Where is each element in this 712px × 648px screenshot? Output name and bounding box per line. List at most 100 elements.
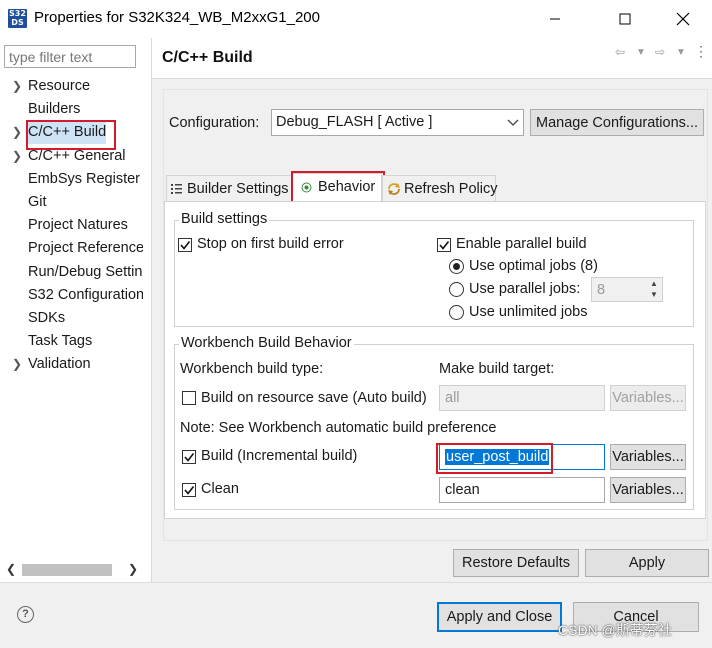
- back-menu-icon[interactable]: ▼: [636, 47, 646, 58]
- window-title: Properties for S32K324_WB_M2xxG1_200: [34, 9, 320, 26]
- horizontal-scrollbar[interactable]: ❮ ❯: [4, 561, 144, 580]
- clean-variables-button[interactable]: Variables...: [610, 477, 686, 503]
- make-target-header: Make build target:: [439, 361, 555, 377]
- optimal-jobs-radio[interactable]: [449, 259, 464, 274]
- minimize-button[interactable]: [532, 4, 578, 34]
- sidebar-item[interactable]: Run/Debug Settings: [12, 261, 143, 284]
- tab-label: Refresh Policy: [404, 181, 498, 197]
- close-button[interactable]: [660, 4, 706, 34]
- sidebar-item[interactable]: Project References: [12, 237, 143, 260]
- tab-refresh-policy[interactable]: Refresh Policy: [382, 175, 498, 201]
- clean-checkbox[interactable]: [182, 483, 196, 497]
- tab-behavior[interactable]: Behavior: [292, 173, 382, 202]
- auto-build-checkbox[interactable]: [182, 391, 196, 405]
- manage-configurations-button[interactable]: Manage Configurations...: [530, 109, 704, 136]
- clean-target-input[interactable]: clean: [439, 477, 605, 503]
- configuration-value: Debug_FLASH [ Active ]: [276, 114, 433, 130]
- workbench-behavior-title: Workbench Build Behavior: [179, 335, 354, 351]
- checkmark-icon: [180, 241, 191, 250]
- forward-icon[interactable]: ⇨: [655, 45, 665, 59]
- incremental-build-checkbox[interactable]: [182, 450, 196, 464]
- sidebar-item-label: S32 Configuration: [28, 287, 143, 303]
- chevron-down-icon: [507, 119, 519, 126]
- sidebar-item-label: Project References: [28, 240, 143, 256]
- spinner-up-icon[interactable]: ▲: [646, 278, 662, 289]
- incremental-build-label: Build (Incremental build): [201, 448, 358, 464]
- sidebar-item[interactable]: ❯ Resource: [12, 75, 143, 98]
- apply-button[interactable]: Apply: [585, 549, 709, 577]
- parallel-jobs-value: 8: [597, 282, 606, 298]
- back-icon[interactable]: ⇦: [615, 45, 625, 59]
- minimize-icon: [550, 18, 560, 20]
- parallel-jobs-radio[interactable]: [449, 282, 464, 297]
- maximize-icon: [619, 13, 631, 25]
- sidebar-item[interactable]: ❯ Validation: [12, 353, 143, 376]
- sidebar-item-label: Resource: [28, 78, 91, 94]
- spinner-down-icon[interactable]: ▼: [646, 289, 662, 300]
- radio-dot-icon: [301, 182, 312, 193]
- app-icon: S32 DS: [8, 9, 27, 28]
- restore-defaults-button[interactable]: Restore Defaults: [453, 549, 579, 577]
- sidebar-item-label: Run/Debug Settings: [28, 264, 143, 280]
- scroll-left-icon[interactable]: ❮: [6, 562, 16, 576]
- sidebar-item[interactable]: Git: [12, 191, 143, 214]
- incremental-variables-button[interactable]: Variables...: [610, 444, 686, 470]
- stop-on-error-checkbox[interactable]: [178, 238, 192, 252]
- auto-build-target-input[interactable]: all: [439, 385, 605, 411]
- sidebar-item[interactable]: Builders: [12, 98, 143, 121]
- chevron-right-icon[interactable]: ❯: [12, 145, 28, 168]
- enable-parallel-label: Enable parallel build: [456, 236, 587, 252]
- parallel-jobs-spinner[interactable]: 8 ▲ ▼: [591, 277, 663, 302]
- sidebar-item[interactable]: Task Tags: [12, 330, 143, 353]
- workbench-note: Note: See Workbench automatic build pref…: [180, 420, 497, 436]
- auto-build-label: Build on resource save (Auto build): [201, 390, 427, 406]
- sidebar-item[interactable]: SDKs: [12, 307, 143, 330]
- sidebar-item-label: C/C++ General: [28, 148, 126, 164]
- sidebar-item-label: Project Natures: [28, 217, 128, 233]
- configuration-select[interactable]: Debug_FLASH [ Active ]: [271, 109, 524, 136]
- sidebar-item[interactable]: EmbSys Register V: [12, 168, 143, 191]
- checkmark-icon: [184, 453, 195, 462]
- sidebar-item-label: C/C++ Build: [28, 121, 107, 144]
- sidebar-item-label: Git: [28, 194, 47, 210]
- close-icon: [676, 12, 690, 26]
- refresh-icon: [388, 183, 400, 195]
- unlimited-jobs-label: Use unlimited jobs: [469, 304, 588, 320]
- auto-build-variables-button[interactable]: Variables...: [610, 385, 686, 411]
- sidebar-item-label: Builders: [28, 101, 81, 117]
- sidebar-item-label: Task Tags: [28, 333, 93, 349]
- configuration-label: Configuration:: [169, 115, 260, 131]
- build-settings-title: Build settings: [179, 211, 270, 227]
- selected-text: user_post_build: [445, 449, 550, 465]
- forward-menu-icon[interactable]: ▼: [676, 47, 686, 58]
- sidebar-item[interactable]: Project Natures: [12, 214, 143, 237]
- chevron-right-icon[interactable]: ❯: [12, 353, 28, 376]
- more-menu-icon[interactable]: ⋮: [694, 43, 708, 60]
- scroll-right-icon[interactable]: ❯: [128, 562, 138, 576]
- page-title: C/C++ Build: [162, 49, 253, 66]
- optimal-jobs-label: Use optimal jobs (8): [469, 258, 598, 274]
- tab-label: Builder Settings: [187, 181, 289, 197]
- apply-and-close-button[interactable]: Apply and Close: [437, 602, 562, 632]
- help-icon[interactable]: ?: [17, 606, 34, 623]
- maximize-button[interactable]: [602, 4, 648, 34]
- incremental-build-target-input[interactable]: user_post_build: [439, 444, 605, 470]
- tab-builder-settings[interactable]: Builder Settings: [166, 175, 292, 201]
- checkmark-icon: [439, 241, 450, 250]
- chevron-right-icon[interactable]: ❯: [12, 121, 28, 144]
- radio-selected-dot: [453, 263, 460, 270]
- tab-label: Behavior: [318, 179, 376, 195]
- sidebar-item-label: SDKs: [28, 310, 66, 326]
- parallel-jobs-label: Use parallel jobs:: [469, 281, 581, 297]
- sidebar-item[interactable]: ❯ C/C++ General: [12, 145, 143, 168]
- watermark: CSDN @斯蒂芬社: [558, 622, 672, 638]
- list-icon: [171, 184, 182, 194]
- chevron-right-icon[interactable]: ❯: [12, 75, 28, 98]
- filter-input[interactable]: [4, 45, 136, 68]
- scroll-thumb[interactable]: [22, 564, 112, 576]
- build-type-header: Workbench build type:: [180, 361, 324, 377]
- enable-parallel-checkbox[interactable]: [437, 238, 451, 252]
- sidebar-item[interactable]: S32 Configuration: [12, 284, 143, 307]
- sidebar-item[interactable]: ❯ C/C++ Build: [12, 121, 143, 144]
- unlimited-jobs-radio[interactable]: [449, 305, 464, 320]
